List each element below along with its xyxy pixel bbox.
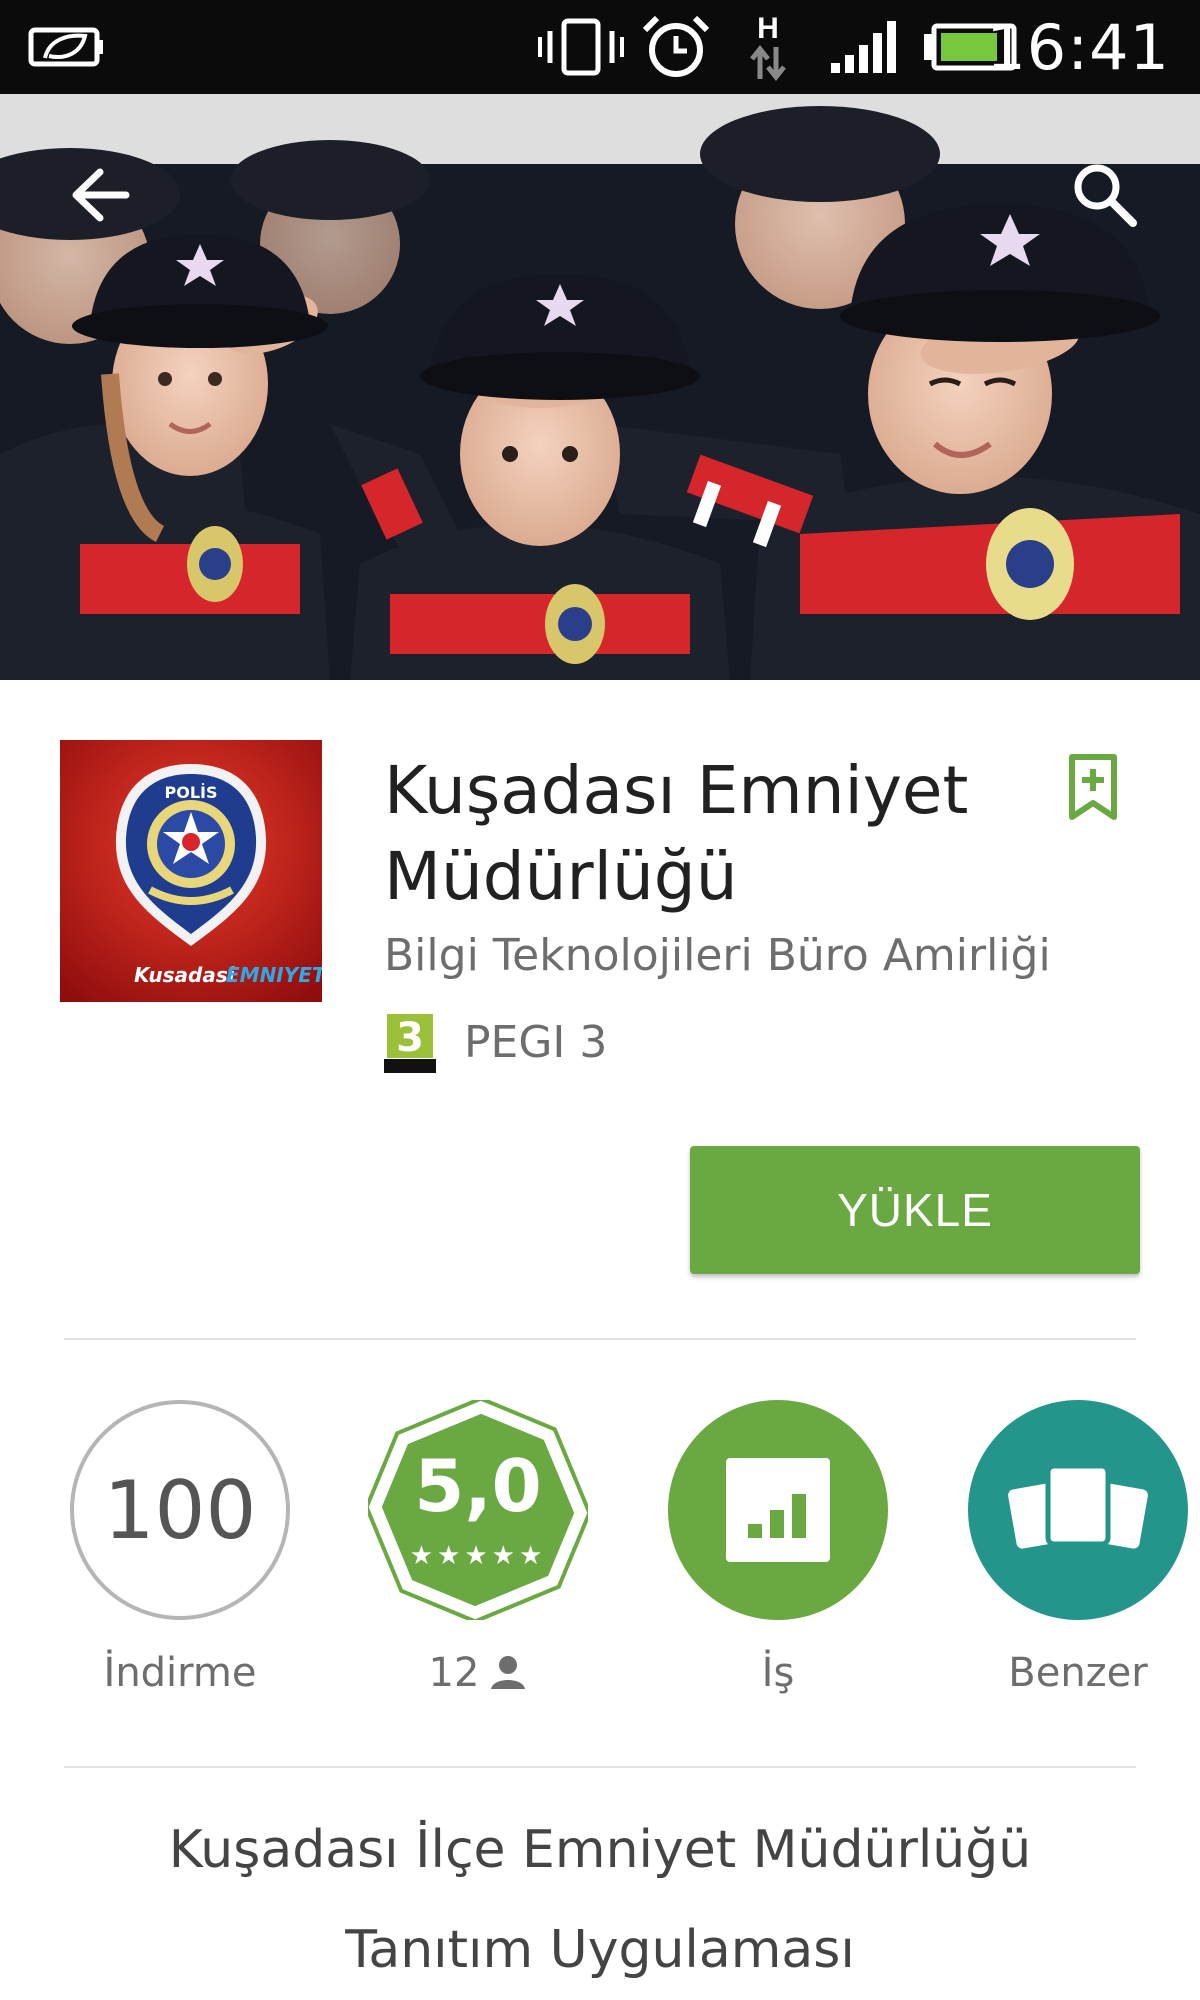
signal-icon: [826, 0, 906, 94]
rating-stars: ★★★★★: [409, 1540, 547, 1570]
business-chart-icon: [726, 1458, 830, 1562]
rating-count-value: 12: [428, 1650, 480, 1696]
pegi-label: PEGI 3: [464, 1016, 608, 1068]
icon-caption-left: Kusadasi: [134, 963, 236, 987]
leaf-battery-saver-icon: [22, 0, 112, 94]
children-police-uniform-photo: [0, 94, 1200, 680]
downloads-badge: 100: [70, 1400, 290, 1620]
app-icon[interactable]: POLİS Kusadasi EMNIYET: [60, 740, 327, 1002]
description-line-2: Tanıtım Uygulaması: [345, 1920, 855, 1980]
bookmark-add-icon: [1069, 754, 1117, 820]
install-button[interactable]: YÜKLE: [690, 1146, 1140, 1274]
app-description[interactable]: Kuşadası İlçe Emniyet Müdürlüğü Tanıtım …: [60, 1800, 1140, 2000]
cards-icon: [1008, 1463, 1148, 1549]
divider: [64, 1766, 1136, 1768]
clock: 16:41: [986, 10, 1170, 84]
back-button[interactable]: [56, 150, 146, 240]
person-icon: [491, 1656, 526, 1689]
network-type-label: H: [757, 12, 779, 45]
status-bar: H 16:41: [0, 0, 1200, 94]
wishlist-button[interactable]: [1060, 748, 1126, 828]
search-icon: [1074, 164, 1137, 227]
rating-badge[interactable]: 5,0 ★★★★★: [368, 1400, 588, 1620]
content-rating: 3 PEGI 3: [384, 1010, 607, 1074]
alarm-clock-icon: [636, 0, 716, 94]
similar-badge[interactable]: [968, 1400, 1188, 1620]
description-line-1: Kuşadası İlçe Emniyet Müdürlüğü: [168, 1820, 1032, 1880]
icon-badge-text: POLİS: [165, 783, 218, 802]
feature-graphic: [0, 94, 1200, 680]
category-label[interactable]: İş: [658, 1650, 898, 1696]
search-button[interactable]: [1060, 150, 1150, 240]
downloads-label: İndirme: [103, 1650, 257, 1696]
category-badge[interactable]: [668, 1400, 888, 1620]
pegi-badge: 3: [384, 1011, 436, 1073]
app-title: Kuşadası Emniyet Müdürlüğü: [384, 752, 969, 915]
rating-count: 12: [358, 1650, 598, 1696]
developer-link[interactable]: Bilgi Teknolojileri Büro Amirliği: [384, 930, 1051, 981]
pegi-number: 3: [396, 1015, 424, 1061]
vibrate-icon: [536, 0, 626, 94]
data-transfer-icon: H: [740, 0, 796, 94]
arrow-left-icon: [72, 168, 130, 222]
icon-caption-right: EMNIYET: [226, 963, 322, 987]
similar-label[interactable]: Benzer: [958, 1650, 1198, 1696]
divider: [64, 1338, 1136, 1340]
rating-value: 5,0: [414, 1444, 542, 1528]
